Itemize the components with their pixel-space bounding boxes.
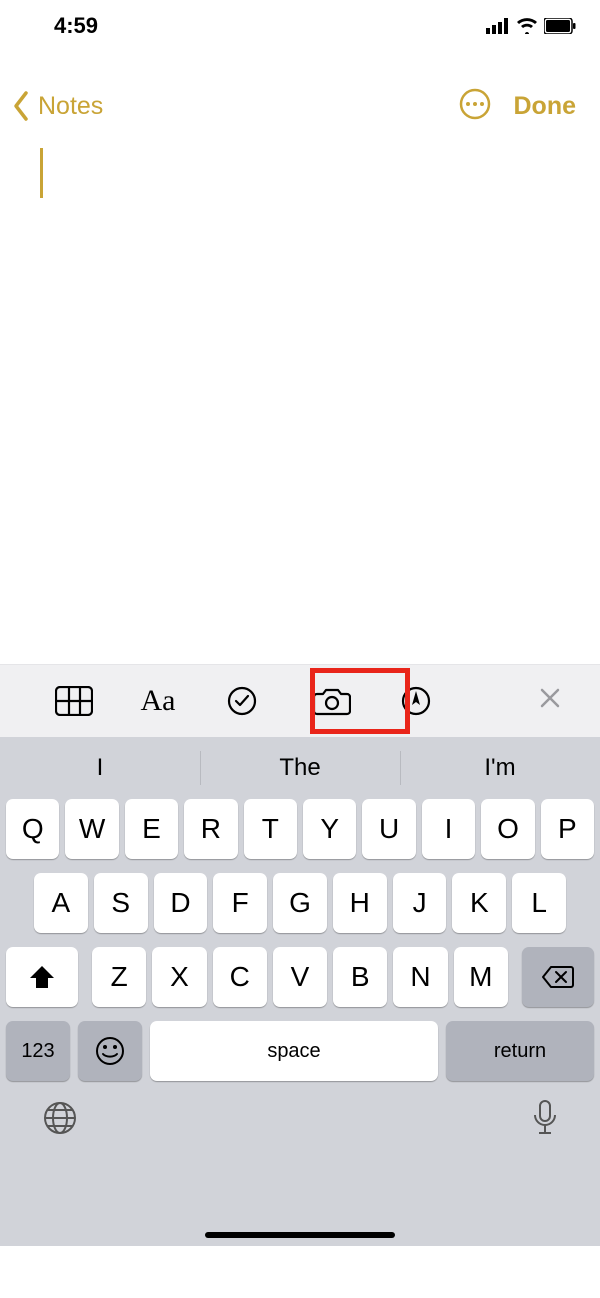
status-time: 4:59	[54, 13, 98, 39]
format-icon: Aa	[141, 684, 176, 718]
shift-icon	[28, 964, 56, 990]
key-shift[interactable]	[6, 947, 78, 1007]
key-h[interactable]: H	[333, 873, 387, 933]
key-return[interactable]: return	[446, 1021, 594, 1081]
more-button[interactable]	[458, 87, 492, 126]
key-c[interactable]: C	[213, 947, 267, 1007]
pen-circle-icon	[400, 685, 432, 717]
key-e[interactable]: E	[125, 799, 178, 859]
close-icon	[538, 686, 562, 710]
format-button[interactable]: Aa	[136, 679, 180, 723]
key-k[interactable]: K	[452, 873, 506, 933]
key-p[interactable]: P	[541, 799, 594, 859]
dictation-button[interactable]	[532, 1099, 558, 1142]
wifi-icon	[516, 18, 538, 34]
key-u[interactable]: U	[362, 799, 415, 859]
note-body[interactable]	[0, 136, 600, 664]
key-i[interactable]: I	[422, 799, 475, 859]
markup-button[interactable]	[394, 679, 438, 723]
text-cursor	[40, 148, 43, 198]
key-d[interactable]: D	[154, 873, 208, 933]
table-icon	[55, 686, 93, 716]
status-bar: 4:59	[0, 0, 600, 52]
notes-toolbar: Aa	[0, 664, 600, 737]
key-backspace[interactable]	[522, 947, 594, 1007]
key-o[interactable]: O	[481, 799, 534, 859]
key-g[interactable]: G	[273, 873, 327, 933]
key-emoji[interactable]	[78, 1021, 142, 1081]
key-f[interactable]: F	[213, 873, 267, 933]
key-x[interactable]: X	[152, 947, 206, 1007]
status-icons	[486, 18, 576, 34]
key-s[interactable]: S	[94, 873, 148, 933]
emoji-icon	[94, 1035, 126, 1067]
key-t[interactable]: T	[244, 799, 297, 859]
back-label: Notes	[38, 92, 103, 121]
table-button[interactable]	[52, 679, 96, 723]
home-indicator[interactable]	[205, 1232, 395, 1238]
suggestion-2[interactable]: The	[200, 754, 400, 782]
close-toolbar-button[interactable]	[538, 684, 562, 718]
key-b[interactable]: B	[333, 947, 387, 1007]
globe-icon	[42, 1100, 78, 1136]
back-button[interactable]: Notes	[8, 89, 103, 123]
key-n[interactable]: N	[393, 947, 447, 1007]
more-icon	[458, 87, 492, 121]
checkmark-circle-icon	[226, 685, 258, 717]
key-space[interactable]: space	[150, 1021, 438, 1081]
key-q[interactable]: Q	[6, 799, 59, 859]
key-a[interactable]: A	[34, 873, 88, 933]
key-v[interactable]: V	[273, 947, 327, 1007]
key-m[interactable]: M	[454, 947, 508, 1007]
mic-icon	[532, 1099, 558, 1137]
key-z[interactable]: Z	[92, 947, 146, 1007]
suggestion-1[interactable]: I	[0, 754, 200, 782]
keyboard: I The I'm Q W E R T Y U I O P A S D F G …	[0, 737, 600, 1246]
chevron-left-icon	[8, 89, 36, 123]
camera-button[interactable]	[310, 679, 354, 723]
cellular-icon	[486, 18, 510, 34]
key-w[interactable]: W	[65, 799, 118, 859]
key-j[interactable]: J	[393, 873, 447, 933]
backspace-icon	[541, 965, 575, 989]
globe-button[interactable]	[42, 1100, 78, 1141]
key-r[interactable]: R	[184, 799, 237, 859]
done-button[interactable]: Done	[514, 92, 577, 121]
camera-icon	[313, 686, 351, 716]
battery-icon	[544, 18, 576, 34]
checklist-button[interactable]	[220, 679, 264, 723]
nav-bar: Notes Done	[0, 76, 600, 136]
suggestion-bar: I The I'm	[0, 737, 600, 799]
suggestion-3[interactable]: I'm	[400, 754, 600, 782]
key-numbers[interactable]: 123	[6, 1021, 70, 1081]
key-y[interactable]: Y	[303, 799, 356, 859]
key-l[interactable]: L	[512, 873, 566, 933]
